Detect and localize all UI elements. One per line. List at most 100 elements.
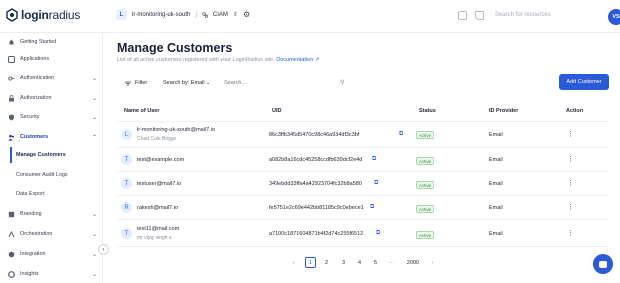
more-actions-icon[interactable]: ⋮ xyxy=(567,229,574,237)
sidebar-item-label: Customers xyxy=(20,134,49,140)
sidebar-item-customers[interactable]: Customers ⌃ xyxy=(0,128,103,146)
chevron-up-icon: ⌃ xyxy=(92,134,98,141)
documentation-link-label: Documentation xyxy=(276,57,314,63)
avatar: L xyxy=(121,129,132,140)
chat-button[interactable] xyxy=(593,254,613,274)
sidebar-item-label: Integration xyxy=(20,251,46,257)
sidebar-item-label: Applications xyxy=(20,56,50,62)
external-link-icon: ↗ xyxy=(314,57,320,63)
sidebar-subitem-consumer-audit-logs[interactable]: Consumer Audit Logs xyxy=(10,167,103,183)
more-actions-icon[interactable]: ⋮ xyxy=(567,203,574,211)
logo-text: loginradius xyxy=(21,8,80,22)
previous-page-icon[interactable]: ‹ xyxy=(288,257,299,268)
column-header-id-provider: ID Provider xyxy=(489,108,519,114)
search-by-select[interactable]: Search by: Email ⌄ xyxy=(163,80,210,86)
page-3-button[interactable]: 3 xyxy=(338,257,349,268)
id-provider: Email xyxy=(489,181,503,187)
sidebar-item-security[interactable]: Security ⌄ xyxy=(0,108,103,126)
user-email[interactable]: testuser@mail7.io xyxy=(137,181,181,187)
filter-label: Filter xyxy=(135,80,148,86)
more-actions-icon[interactable]: ⋮ xyxy=(567,179,574,187)
column-header-name: Name of User xyxy=(124,108,160,114)
sidebar-item-label: Insights xyxy=(20,271,39,277)
lock-icon xyxy=(9,94,14,101)
id-provider: Email xyxy=(489,205,503,211)
palette-icon xyxy=(8,211,15,217)
page-5-button[interactable]: 5 xyxy=(370,257,381,268)
flow-icon xyxy=(8,230,15,237)
documentation-link[interactable]: Documentation ↗ xyxy=(276,57,319,63)
logo[interactable]: loginradius xyxy=(6,8,80,22)
sidebar-subitem-manage-customers[interactable]: Manage Customers xyxy=(10,147,103,163)
search-icon[interactable]: ⚲ xyxy=(340,79,344,86)
message-icon[interactable] xyxy=(475,11,484,20)
apps-icon xyxy=(8,55,15,63)
collapse-sidebar-button[interactable]: ‹ xyxy=(98,244,109,255)
logo-bold: login xyxy=(21,8,49,22)
copy-icon[interactable]: ⧉ xyxy=(399,131,403,138)
environment-type: CIAM xyxy=(212,11,228,18)
page-1-button[interactable]: 1 xyxy=(305,257,316,268)
more-actions-icon[interactable]: ⋮ xyxy=(567,130,574,138)
user-full-name: Chad Cole Briggs xyxy=(137,136,177,142)
sidebar-item-insights[interactable]: Insights ⌄ xyxy=(0,265,103,283)
pagination-ellipsis: ··· xyxy=(388,259,395,266)
sidebar-item-applications[interactable]: Applications xyxy=(0,50,103,68)
user-uid: 349ebdd33ffa4a42923704fc32b8a580 xyxy=(269,181,362,187)
status-badge: Active xyxy=(416,157,434,165)
panel-icon[interactable] xyxy=(458,11,467,20)
sidebar-item-orchestration[interactable]: Orchestration ⌄ xyxy=(0,225,103,243)
sidebar-subitem-data-export[interactable]: Data Export xyxy=(10,186,103,202)
user-email[interactable]: test11@mail.com xyxy=(137,226,179,232)
gear-icon[interactable]: ⚙ xyxy=(243,10,250,19)
customer-search-input[interactable] xyxy=(224,78,349,88)
table-row[interactable]: T test@example.com a082b8a16cdc45258ccdf… xyxy=(117,148,609,172)
user-avatar[interactable]: VS xyxy=(608,9,620,25)
chevron-down-icon: ⌄ xyxy=(92,251,98,258)
sidebar-item-integration[interactable]: Integration ⌄ xyxy=(0,245,103,263)
sidebar-item-label: Security xyxy=(20,114,40,120)
plug-icon xyxy=(8,251,15,257)
table-row[interactable]: T test11@mail.com mr vijay singh s a7100… xyxy=(117,220,609,247)
copy-icon[interactable]: ⧉ xyxy=(370,204,374,211)
status-badge: Active xyxy=(416,131,434,139)
table-row[interactable]: T testuser@mail7.io 349ebdd33ffa4a429237… xyxy=(117,172,609,196)
sidebar: Getting Started Applications Authenticat… xyxy=(0,33,103,283)
sidebar-item-authorization[interactable]: Authorization ⌄ xyxy=(0,89,103,107)
more-actions-icon[interactable]: ⋮ xyxy=(567,155,574,163)
copy-icon[interactable]: ⧉ xyxy=(376,230,380,237)
status-badge: Active xyxy=(416,205,434,213)
table-row[interactable]: R rakesh@mail7.io fe5751e2c69e442bb81185… xyxy=(117,196,609,220)
chevron-down-icon: ⌄ xyxy=(92,114,98,121)
chevron-down-icon: ⌄ xyxy=(92,95,98,102)
user-email[interactable]: test@example.com xyxy=(137,157,184,163)
sidebar-item-getting-started[interactable]: Getting Started xyxy=(0,33,103,51)
user-uid: a7100c1871604871b4f2d74c255f6512 xyxy=(269,231,364,237)
page-title: Manage Customers xyxy=(117,41,233,55)
user-email[interactable]: lr-monitoring-uk-south@mail7.io xyxy=(137,127,215,133)
sidebar-item-branding[interactable]: Branding ⌄ xyxy=(0,205,103,223)
copy-icon[interactable]: ⧉ xyxy=(374,180,378,187)
filter-button[interactable]: Filter xyxy=(125,80,147,86)
environment-badge: L xyxy=(116,9,127,20)
environment-switcher[interactable]: L lr-monitoring-uk-south | CIAM ⇕ ⚙ xyxy=(116,9,250,20)
next-page-icon[interactable]: › xyxy=(427,257,438,268)
page-4-button[interactable]: 4 xyxy=(354,257,365,268)
sidebar-item-authentication[interactable]: Authentication ⌄ xyxy=(0,69,103,87)
rocket-icon xyxy=(9,39,14,44)
copy-icon[interactable]: ⧉ xyxy=(372,156,376,163)
id-provider: Email xyxy=(489,132,503,138)
global-search-input[interactable]: Search for resources xyxy=(495,12,551,18)
sidebar-item-label: Getting Started xyxy=(20,39,57,45)
page-last-button[interactable]: 2000 xyxy=(402,257,424,268)
add-customer-button[interactable]: Add Customer xyxy=(559,74,609,90)
environment-separator: | xyxy=(195,11,197,18)
ciam-icon xyxy=(202,11,208,18)
user-email[interactable]: rakesh@mail7.io xyxy=(137,205,178,211)
shield-icon xyxy=(9,114,14,120)
user-full-name: mr vijay singh s xyxy=(137,235,172,241)
chevron-updown-icon[interactable]: ⇕ xyxy=(233,11,238,18)
page-2-button[interactable]: 2 xyxy=(321,257,332,268)
table-row[interactable]: L lr-monitoring-uk-south@mail7.io Chad C… xyxy=(117,122,609,148)
logo-icon xyxy=(6,8,18,22)
